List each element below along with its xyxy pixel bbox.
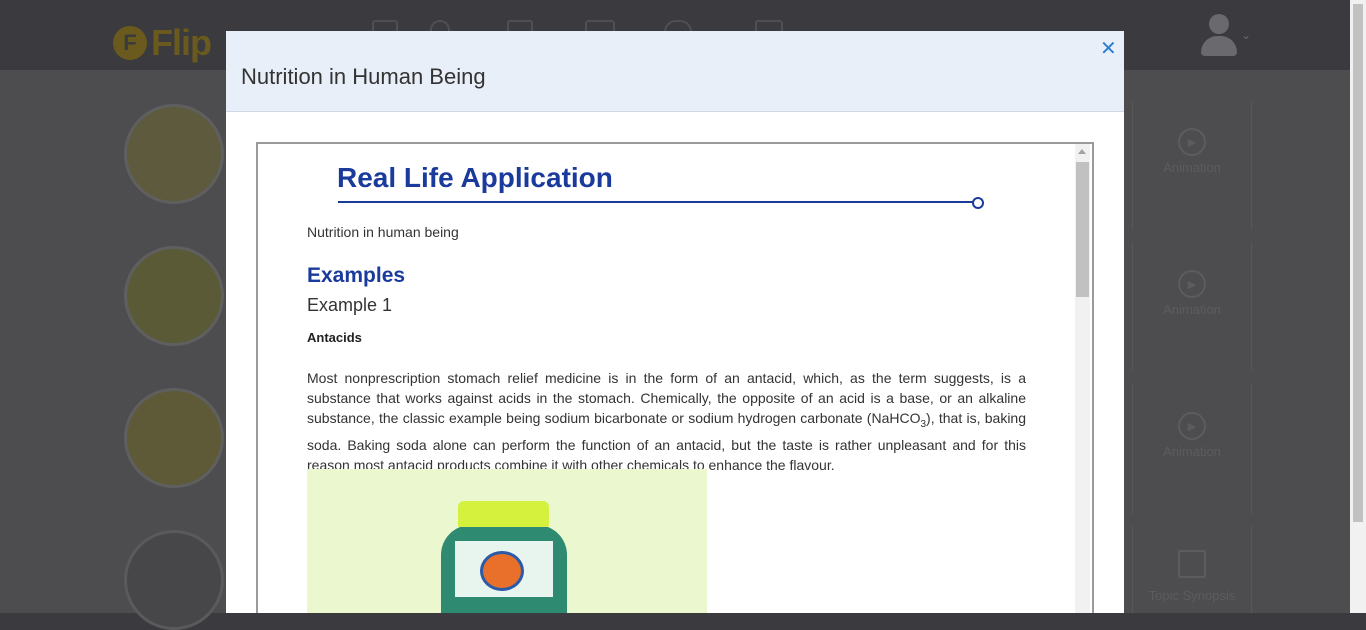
heading-divider [338, 201, 974, 203]
app-logo[interactable]: F Flip [113, 22, 212, 64]
antacid-bottle-image [307, 469, 707, 613]
page-scrollbar[interactable] [1350, 0, 1366, 613]
content-frame[interactable]: Real Life Application Nutrition in human… [256, 142, 1094, 613]
play-icon: ▶ [1178, 128, 1206, 156]
close-icon[interactable]: ✕ [1100, 36, 1117, 61]
example-title: Antacids [307, 330, 362, 345]
card-label: Topic Synopsis [1148, 588, 1236, 603]
topic-synopsis-card[interactable]: Topic Synopsis [1132, 526, 1252, 613]
topic-thumbnail[interactable] [124, 388, 224, 488]
camera-aperture-icon[interactable] [124, 530, 224, 630]
animation-card[interactable]: ▶ Animation [1132, 242, 1252, 372]
modal-title: Nutrition in Human Being [241, 64, 486, 89]
content-scrollbar-thumb[interactable] [1076, 162, 1089, 297]
topic-modal: Nutrition in Human Being ✕ Real Life App… [226, 31, 1124, 613]
scroll-up-arrow-icon[interactable] [1078, 149, 1086, 154]
examples-heading: Examples [307, 264, 406, 287]
logo-mark: F [113, 26, 147, 60]
animation-card[interactable]: ▶ Animation [1132, 100, 1252, 230]
content-subtitle: Nutrition in human being [307, 224, 459, 240]
section-heading: Real Life Application [337, 162, 613, 193]
play-icon: ▶ [1178, 412, 1206, 440]
animation-card[interactable]: ▶ Animation [1132, 384, 1252, 514]
card-label: Animation [1163, 160, 1221, 175]
modal-header: Nutrition in Human Being ✕ [226, 31, 1124, 112]
topic-thumbnail[interactable] [124, 104, 224, 204]
topic-thumbnail[interactable] [124, 246, 224, 346]
page-scrollbar-thumb[interactable] [1353, 4, 1363, 522]
card-label: Animation [1163, 302, 1221, 317]
user-avatar-icon[interactable] [1201, 14, 1237, 56]
document-icon [1178, 550, 1206, 578]
example-paragraph: Most nonprescription stomach relief medi… [307, 370, 1027, 473]
card-label: Animation [1163, 444, 1221, 459]
heading-divider-dot [972, 197, 984, 209]
example-label: Example 1 [307, 295, 393, 315]
play-icon: ▶ [1178, 270, 1206, 298]
content-scrollbar[interactable] [1075, 144, 1090, 613]
chevron-down-icon[interactable]: ⌄ [1241, 28, 1251, 42]
logo-text: Flip [151, 22, 212, 63]
